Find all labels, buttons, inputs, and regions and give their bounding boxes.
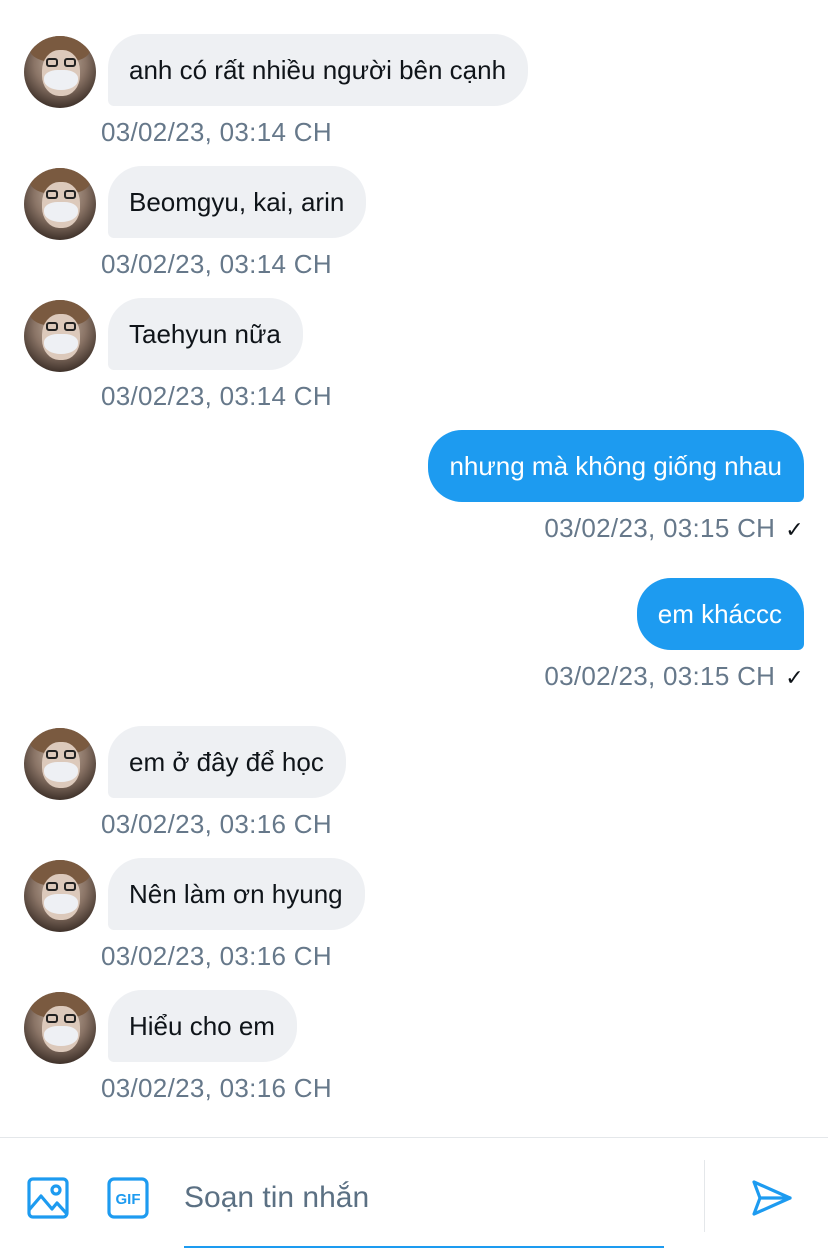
message-input-wrapper	[184, 1162, 664, 1248]
sent-check-icon: ✓	[785, 517, 804, 542]
message-composer: GIF	[0, 1137, 828, 1259]
message-bubble[interactable]: em ở đây để học	[108, 726, 346, 798]
avatar[interactable]	[24, 992, 96, 1064]
avatar[interactable]	[24, 728, 96, 800]
avatar[interactable]	[24, 36, 96, 108]
message-timestamp: 03/02/23, 03:14 CH	[101, 117, 332, 147]
sent-check-icon: ✓	[785, 665, 804, 690]
message-timestamp-text: 03/02/23, 03:15 CH	[544, 513, 776, 543]
message-bubble[interactable]: Hiểu cho em	[108, 990, 297, 1062]
message-row: nhưng mà không giống nhau 03/02/23, 03:1…	[0, 430, 828, 550]
avatar[interactable]	[24, 168, 96, 240]
message-bubble[interactable]: em kháccc	[636, 578, 804, 650]
composer-divider	[704, 1160, 705, 1232]
gif-icon[interactable]: GIF	[104, 1174, 152, 1222]
message-row: em ở đây để học 03/02/23, 03:16 CH	[0, 726, 828, 846]
message-bubble[interactable]: anh có rất nhiều người bên cạnh	[108, 34, 529, 106]
message-bubble[interactable]: nhưng mà không giống nhau	[428, 430, 804, 502]
message-row: Beomgyu, kai, arin 03/02/23, 03:14 CH	[0, 166, 828, 286]
message-bubble[interactable]: Nên làm ơn hyung	[108, 858, 365, 930]
avatar[interactable]	[24, 300, 96, 372]
gif-label: GIF	[116, 1191, 141, 1208]
message-timestamp: 03/02/23, 03:15 CH ✓	[544, 512, 804, 546]
message-bubble[interactable]: Taehyun nữa	[108, 298, 303, 370]
image-icon[interactable]	[24, 1174, 72, 1222]
message-timestamp-text: 03/02/23, 03:15 CH	[544, 661, 776, 691]
message-row: Hiểu cho em 03/02/23, 03:16 CH	[0, 990, 828, 1110]
message-bubble[interactable]: Beomgyu, kai, arin	[108, 166, 367, 238]
message-row: Taehyun nữa 03/02/23, 03:14 CH	[0, 298, 828, 418]
message-timestamp: 03/02/23, 03:16 CH	[101, 1073, 332, 1103]
message-row: em kháccc 03/02/23, 03:15 CH ✓	[0, 578, 828, 698]
message-timestamp: 03/02/23, 03:15 CH ✓	[544, 660, 804, 694]
message-timestamp: 03/02/23, 03:14 CH	[101, 249, 332, 279]
avatar[interactable]	[24, 860, 96, 932]
message-timestamp: 03/02/23, 03:14 CH	[101, 381, 332, 411]
message-timestamp: 03/02/23, 03:16 CH	[101, 809, 332, 839]
send-icon[interactable]	[748, 1174, 796, 1222]
message-input[interactable]	[184, 1162, 664, 1234]
message-row: anh có rất nhiều người bên cạnh 03/02/23…	[0, 34, 828, 154]
message-timestamp: 03/02/23, 03:16 CH	[101, 941, 332, 971]
message-row: Nên làm ơn hyung 03/02/23, 03:16 CH	[0, 858, 828, 978]
